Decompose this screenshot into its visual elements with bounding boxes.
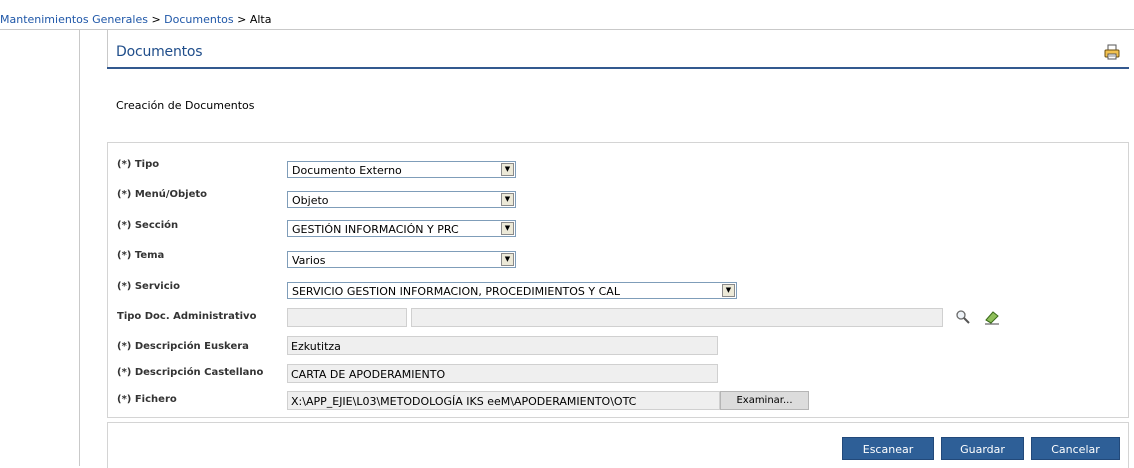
breadcrumb-current: Alta <box>249 13 272 26</box>
breadcrumb-separator: > <box>147 13 165 26</box>
desc-castellano-field[interactable]: CARTA DE APODERAMIENTO <box>287 364 718 383</box>
seccion-select-value: GESTIÓN INFORMACIÓN Y PRC <box>292 223 459 236</box>
title-underline <box>107 67 1129 69</box>
breadcrumb-separator: > <box>233 13 250 26</box>
tipo-doc-admin-description-field[interactable] <box>411 308 943 327</box>
magnifier-icon[interactable] <box>955 309 971 325</box>
chevron-down-icon[interactable]: ▼ <box>501 253 514 266</box>
tema-select-value: Varios <box>292 254 326 267</box>
scan-button[interactable]: Escanear <box>842 437 934 460</box>
menu-objeto-select[interactable]: Objeto ▼ <box>287 191 516 208</box>
tipo-select[interactable]: Documento Externo ▼ <box>287 161 516 178</box>
desc-castellano-label: (*) Descripción Castellano <box>117 367 264 378</box>
breadcrumb-documentos-link[interactable]: Documentos <box>164 13 233 26</box>
content-left-border <box>107 30 108 67</box>
breadcrumb-divider <box>0 29 1134 30</box>
tipo-label: (*) Tipo <box>117 159 160 170</box>
tipo-doc-admin-label: Tipo Doc. Administrativo <box>117 311 257 322</box>
chevron-down-icon[interactable]: ▼ <box>722 284 735 297</box>
menu-objeto-select-value: Objeto <box>292 194 329 207</box>
left-column-divider <box>79 30 80 466</box>
desc-euskera-label: (*) Descripción Euskera <box>117 341 249 352</box>
save-button[interactable]: Guardar <box>941 437 1024 460</box>
cancel-button[interactable]: Cancelar <box>1031 437 1120 460</box>
browse-button[interactable]: Examinar... <box>720 391 809 410</box>
printer-icon[interactable] <box>1104 44 1120 60</box>
tipo-doc-admin-code-field[interactable] <box>287 308 407 327</box>
servicio-select[interactable]: SERVICIO GESTION INFORMACION, PROCEDIMIE… <box>287 282 737 299</box>
breadcrumb-mantenimientos-link[interactable]: Mantenimientos Generales <box>0 13 148 26</box>
page-title: Documentos <box>116 44 203 60</box>
servicio-select-value: SERVICIO GESTION INFORMACION, PROCEDIMIE… <box>292 285 620 298</box>
tema-label: (*) Tema <box>117 250 165 261</box>
tipo-select-value: Documento Externo <box>292 164 402 177</box>
tema-select[interactable]: Varios ▼ <box>287 251 516 268</box>
seccion-select[interactable]: GESTIÓN INFORMACIÓN Y PRC ▼ <box>287 220 516 237</box>
chevron-down-icon[interactable]: ▼ <box>501 222 514 235</box>
breadcrumb: Mantenimientos Generales > Documentos > … <box>0 13 271 26</box>
servicio-label: (*) Servicio <box>117 281 180 292</box>
menu-objeto-label: (*) Menú/Objeto <box>117 189 207 200</box>
desc-euskera-value: Ezkutitza <box>291 340 341 353</box>
chevron-down-icon[interactable]: ▼ <box>501 193 514 206</box>
seccion-label: (*) Sección <box>117 220 179 231</box>
chevron-down-icon[interactable]: ▼ <box>501 163 514 176</box>
desc-castellano-value: CARTA DE APODERAMIENTO <box>291 368 446 381</box>
page-subtitle: Creación de Documentos <box>116 99 255 112</box>
fichero-field[interactable]: X:\APP_EJIE\L03\METODOLOGÍA IKS eeM\APOD… <box>287 391 720 410</box>
eraser-icon[interactable] <box>983 309 1001 325</box>
fichero-label: (*) Fichero <box>117 394 177 405</box>
desc-euskera-field[interactable]: Ezkutitza <box>287 336 718 355</box>
fichero-value: X:\APP_EJIE\L03\METODOLOGÍA IKS eeM\APOD… <box>291 395 637 408</box>
